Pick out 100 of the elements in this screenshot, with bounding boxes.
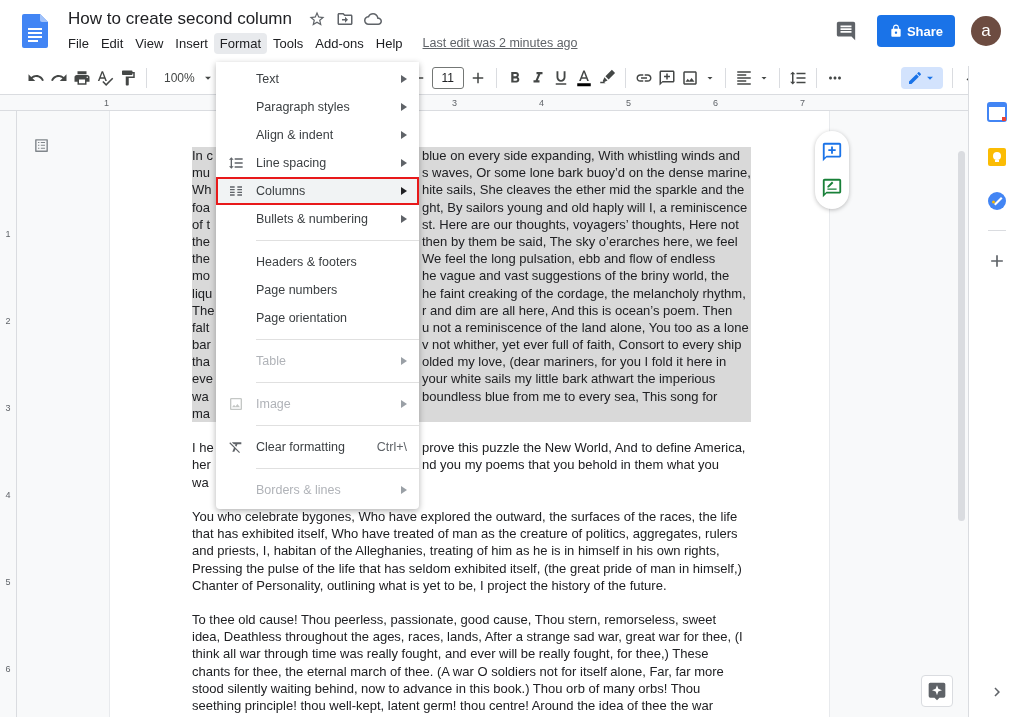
text-line: We feel the long pulsation, ebb and flow of endless <box>422 250 716 268</box>
text-line: think all war through time was really fought, and ever will be really fought, for thee,) These <box>192 645 709 663</box>
menu-bar-item[interactable]: Edit <box>94 32 130 54</box>
image-icon <box>228 396 244 412</box>
text-fragment: the <box>192 251 211 267</box>
text-fragment: I he <box>192 440 214 456</box>
menu-item[interactable]: Bullets & numbering <box>216 205 419 233</box>
share-button[interactable]: Share <box>877 15 955 47</box>
text-line: your white sails my little bark athwart the imperious <box>422 370 716 388</box>
docs-logo-icon[interactable] <box>22 14 48 48</box>
text-color-icon[interactable] <box>574 68 593 88</box>
text-line: that has exhibited itself, Who have treated of man as the creature of politics, aggregates, rulers <box>192 525 738 543</box>
ruler-number: 4 <box>5 490 11 500</box>
zoom-dropdown[interactable]: 100% <box>160 69 219 87</box>
menu-item[interactable]: Page numbers <box>216 276 419 304</box>
menu-bar-item[interactable]: Add-ons <box>309 32 370 54</box>
text-fragment: her <box>192 457 211 473</box>
text-fragment: bar <box>192 337 211 353</box>
clear-formatting-icon <box>228 439 244 455</box>
font-size-field[interactable]: 11 <box>431 67 464 89</box>
menu-bar-item[interactable]: File <box>62 32 95 54</box>
document-title[interactable]: How to create second column <box>68 8 292 29</box>
menu-item[interactable]: Line spacing <box>216 149 419 177</box>
explore-button[interactable] <box>921 675 953 707</box>
tasks-icon[interactable] <box>987 192 1006 210</box>
outline-icon[interactable] <box>33 137 50 154</box>
text-line: he vague and vast suggestions of the briny world, the <box>422 267 730 285</box>
text-line: olded my love, (dear mariners, for you I fold it here in <box>422 353 727 371</box>
sparkle-icon <box>927 681 947 701</box>
ruler-number: 5 <box>626 97 631 108</box>
text-line: blue on every side expanding, With whistling winds and <box>422 147 740 165</box>
text-line: chants for thee, the eternal march of thee. (A war O soldiers not for itself alone, Far, far more <box>192 662 724 680</box>
print-icon[interactable] <box>73 69 91 87</box>
text-line: You who celebrate bygones, Who have explored the outward, the surfaces of the races, the life <box>192 507 738 526</box>
text-fragment: tha <box>192 354 211 370</box>
menu-bar-item[interactable]: Help <box>369 32 409 54</box>
menu-bar-item[interactable]: Insert <box>169 32 214 54</box>
ruler-number: 1 <box>5 229 11 239</box>
text-line: ght, By sailors young and old haply will I, a reminiscence <box>422 198 748 216</box>
text-fragment: of t <box>192 216 211 232</box>
text-line: then by them be said, The sky o’erarches here, we feel <box>422 232 738 251</box>
text-line: s waves, Or some lone bark buoy’d on the dense marine, <box>422 164 751 182</box>
text-fragment: In c <box>192 148 213 163</box>
ruler-number: 1 <box>104 97 109 108</box>
comment-icon[interactable] <box>835 20 857 42</box>
text-fragment: falt <box>192 319 210 335</box>
add-comment-icon[interactable] <box>821 141 843 163</box>
ruler-number: 3 <box>5 403 11 413</box>
image-icon[interactable] <box>680 69 699 87</box>
line-spacing-icon[interactable] <box>788 69 807 87</box>
menu-item[interactable]: Clear formatting Ctrl+\ <box>216 433 419 461</box>
columns-icon <box>228 183 244 199</box>
text-line: prove this puzzle the New World, And to define America, <box>422 439 746 457</box>
menu-bar-item[interactable]: View <box>129 32 170 54</box>
text-line: r and dim are all here, And this is ocean’s poem. Then <box>422 301 733 319</box>
menu-item[interactable]: Columns <box>216 177 419 205</box>
text-fragment: the <box>192 233 211 249</box>
pencil-icon <box>906 70 923 86</box>
align-left-icon[interactable] <box>734 69 753 87</box>
text-line: u not a reminiscence of the land alone, You too as a lone <box>422 318 749 337</box>
line-spacing-icon <box>228 155 244 171</box>
text-fragment: mu <box>192 165 211 181</box>
scrollbar-thumb[interactable] <box>957 151 965 521</box>
ruler-number: 7 <box>800 97 805 108</box>
text-line: he faint creaking of the cordage, the melancholy rhythm, <box>422 284 746 302</box>
text-line: and priests, I, habitan of the Alleghanies, treating of him as he is in himself in his own rights, <box>192 542 720 560</box>
menu-bar-item[interactable]: Tools <box>267 32 310 54</box>
calendar-icon[interactable] <box>986 102 1007 122</box>
text-fragment: ma <box>192 405 211 421</box>
ruler-number: 6 <box>713 97 718 108</box>
menu-bar-item[interactable]: Format <box>213 32 267 54</box>
menu-item[interactable]: Paragraph styles <box>216 93 419 121</box>
add-comment-icon[interactable] <box>657 69 676 87</box>
menu-item[interactable]: Headers & footers <box>216 248 419 276</box>
menu-item[interactable]: Align & indent <box>216 121 419 149</box>
menu-item[interactable]: Page orientation <box>216 304 419 332</box>
text-fragment: The <box>192 302 215 318</box>
text-line: Chanter of Personality, outlining what is yet to be, I project the history of the future. <box>192 576 667 594</box>
spellcheck-icon[interactable] <box>96 69 114 87</box>
editing-mode-button[interactable] <box>900 67 943 89</box>
lock-icon <box>888 24 903 38</box>
text-fragment: wa <box>192 388 209 404</box>
text-line: boundless blue from me to every sea, This song for <box>422 387 718 405</box>
text-line: Pressing the pulse of the life that has seldom exhibited itself, (the great pride of man in himself,) <box>192 559 742 577</box>
ruler-number: 6 <box>5 664 11 674</box>
avatar[interactable]: a <box>971 16 1001 46</box>
ruler-number: 3 <box>452 97 457 108</box>
text-fragment: Wh <box>192 182 212 198</box>
text-fragment: eve <box>192 371 213 387</box>
text-line: st. Here are our thoughts, voyagers’ thoughts, Here not <box>422 215 739 233</box>
paint-format-icon[interactable] <box>119 69 137 87</box>
ruler-number: 2 <box>5 316 11 326</box>
menu-item[interactable]: Text <box>216 65 419 93</box>
ruler-number: 5 <box>5 577 11 587</box>
text-line: To thee old cause! Thou peerless, passionate, good cause, Thou stern, remorseless, sweet <box>192 611 717 629</box>
last-edit-link[interactable]: Last edit was 2 minutes ago <box>422 36 578 50</box>
text-fragment: liqu <box>192 285 213 301</box>
text-fragment: foa <box>192 199 211 215</box>
text-line: idea, Deathless throughout the ages, races, lands, After a strange sad war, great war for thee, (I <box>192 628 743 646</box>
suggest-edits-icon[interactable] <box>821 177 843 199</box>
